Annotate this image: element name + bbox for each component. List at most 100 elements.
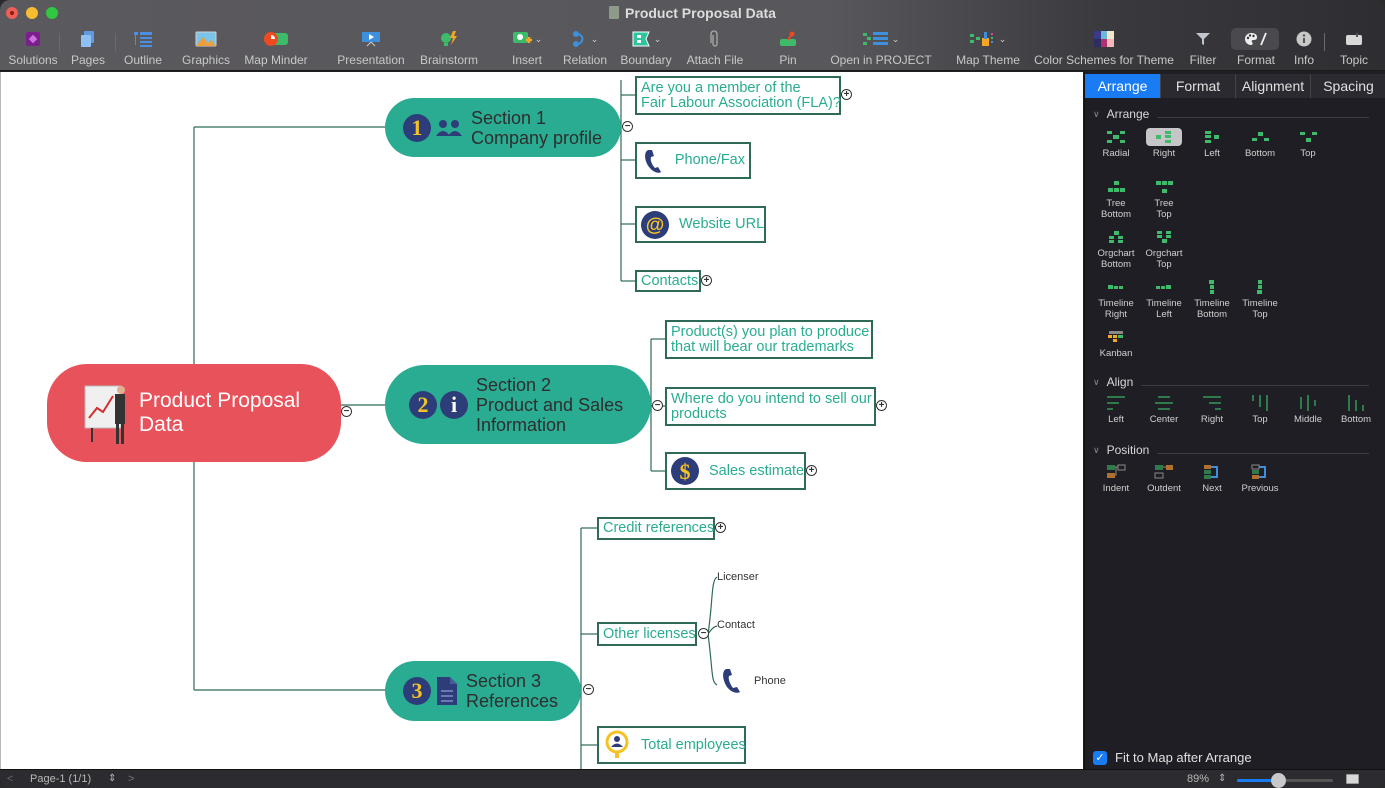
topic-fla-member[interactable]: Are you a member of the Fair Labour Asso… (635, 76, 841, 115)
insert-icon: ⌄ (512, 28, 542, 50)
document-icon (609, 6, 620, 19)
arrange-right[interactable]: Right (1142, 128, 1186, 159)
position-next[interactable]: Next (1190, 463, 1234, 494)
expand-toggle[interactable]: + (841, 89, 852, 100)
arrange-kanban[interactable]: Kanban (1094, 328, 1138, 359)
mindmap-canvas[interactable]: Product Proposal Data − 1 Section 1 Comp… (0, 72, 1083, 769)
section-3-topic[interactable]: 3 Section 3 References (385, 661, 581, 721)
topic-phone-fax[interactable]: Phone/Fax (635, 142, 751, 179)
employee-search-icon (603, 730, 631, 759)
toolbar-format[interactable]: Format (1236, 28, 1276, 68)
toolbar-graphics[interactable]: Graphics (180, 28, 232, 68)
orgchart-top-icon (1146, 228, 1182, 246)
checkmark-icon[interactable]: ✓ (1093, 750, 1107, 765)
arrange-tree-bottom[interactable]: Tree Bottom (1094, 178, 1138, 220)
section-1-topic[interactable]: 1 Section 1 Company profile (385, 98, 621, 157)
toolbar-pin[interactable]: Pin (772, 28, 804, 68)
toolbar-filter[interactable]: Filter (1188, 28, 1218, 68)
zoom-stepper-icon[interactable]: ⇕ (1218, 773, 1226, 784)
root-topic[interactable]: Product Proposal Data (47, 364, 341, 462)
topic-credit-references[interactable]: Credit references (597, 517, 715, 540)
position-outdent[interactable]: Outdent (1142, 463, 1186, 494)
arrange-orgchart-top[interactable]: Orgchart Top (1142, 228, 1186, 270)
collapse-toggle[interactable]: − (341, 406, 352, 417)
tab-alignment[interactable]: Alignment (1236, 74, 1311, 98)
arrange-top[interactable]: Top (1286, 128, 1330, 159)
subtopic-phone[interactable]: Phone (754, 675, 786, 687)
topic-contacts[interactable]: Contacts (635, 270, 701, 292)
arrange-radial[interactable]: Radial (1094, 128, 1138, 159)
fit-to-map-checkbox[interactable]: ✓ Fit to Map after Arrange (1093, 750, 1252, 765)
arrange-left[interactable]: Left (1190, 128, 1234, 159)
status-bar: < Page-1 (1/1) ⇕ > 89% ⇕ (0, 769, 1385, 788)
topic-products-trademarks[interactable]: Product(s) you plan to produce that will… (665, 320, 873, 359)
relation-icon: ⌄ (572, 28, 598, 50)
next-page-button[interactable]: > (128, 773, 134, 785)
arrange-timeline-right[interactable]: Timeline Right (1094, 278, 1138, 320)
toolbar-outline[interactable]: Outline (120, 28, 166, 68)
timeline-left-icon (1146, 278, 1182, 296)
arrange-tree-top[interactable]: Tree Top (1142, 178, 1186, 220)
expand-toggle[interactable]: + (876, 400, 887, 411)
align-top[interactable]: Top (1238, 394, 1282, 425)
subtopic-licenser[interactable]: Licenser (717, 571, 759, 583)
toolbar-boundary[interactable]: ⌄ Boundary (620, 28, 672, 68)
tab-format[interactable]: Format (1161, 74, 1236, 98)
collapse-toggle[interactable]: − (583, 684, 594, 695)
align-bottom[interactable]: Bottom (1334, 394, 1378, 425)
presenter-chart-icon (83, 378, 133, 448)
toolbar-topic[interactable]: Topic (1336, 28, 1372, 68)
align-left[interactable]: Left (1094, 394, 1138, 425)
align-section-header[interactable]: ∨ Align (1093, 375, 1369, 389)
collapse-toggle[interactable]: − (652, 400, 663, 411)
previous-icon (1242, 463, 1278, 481)
topic-other-licenses[interactable]: Other licenses (597, 622, 697, 646)
arrange-timeline-left[interactable]: Timeline Left (1142, 278, 1186, 320)
page-stepper-icon[interactable]: ⇕ (108, 773, 116, 784)
toolbar-attach-file[interactable]: Attach File (686, 28, 744, 68)
toolbar-pages[interactable]: Pages (68, 28, 108, 68)
subtopic-contact[interactable]: Contact (717, 619, 755, 631)
toolbar-open-in-project[interactable]: ⌄ Open in PROJECT (830, 28, 932, 68)
collapse-toggle[interactable]: − (698, 628, 709, 639)
toolbar-relation[interactable]: ⌄ Relation (562, 28, 608, 68)
arrange-timeline-top[interactable]: Timeline Top (1238, 278, 1282, 320)
fit-page-icon[interactable] (1346, 774, 1359, 784)
toolbar-color-schemes[interactable]: Color Schemes for Theme (1034, 28, 1174, 68)
toolbar-solutions[interactable]: Solutions (8, 28, 58, 68)
next-icon (1194, 463, 1230, 481)
orgchart-bottom-icon (1098, 228, 1134, 246)
position-indent[interactable]: Indent (1094, 463, 1138, 494)
tab-spacing[interactable]: Spacing (1311, 74, 1385, 98)
toolbar-map-theme[interactable]: ⌄ Map Theme (956, 28, 1020, 68)
toolbar-info[interactable]: Info (1290, 28, 1318, 68)
align-center[interactable]: Center (1142, 394, 1186, 425)
align-middle[interactable]: Middle (1286, 394, 1330, 425)
topic-website-url[interactable]: @ Website URL (635, 206, 766, 243)
topic-where-sell[interactable]: Where do you intend to sell our products (665, 387, 876, 426)
svg-text:@: @ (646, 215, 665, 236)
tab-arrange[interactable]: Arrange (1085, 74, 1161, 98)
toolbar-brainstorm[interactable]: Brainstorm (418, 28, 480, 68)
topic-sales-estimate[interactable]: $ Sales estimate (665, 452, 806, 490)
zoom-slider[interactable] (1237, 773, 1333, 788)
topic-total-employees[interactable]: Total employees (597, 726, 746, 764)
expand-toggle[interactable]: + (701, 275, 712, 286)
section-2-topic[interactable]: 2 i Section 2 Product and Sales Informat… (385, 365, 651, 444)
expand-toggle[interactable]: + (715, 522, 726, 533)
expand-toggle[interactable]: + (806, 465, 817, 476)
arrange-orgchart-bottom[interactable]: Orgchart Bottom (1094, 228, 1138, 270)
toolbar-map-minder[interactable]: Map Minder (244, 28, 308, 68)
collapse-toggle[interactable]: − (622, 121, 633, 132)
position-previous[interactable]: Previous (1238, 463, 1282, 494)
toolbar-presentation[interactable]: Presentation (336, 28, 406, 68)
arrange-timeline-bottom[interactable]: Timeline Bottom (1190, 278, 1234, 320)
position-section-header[interactable]: ∨ Position (1093, 443, 1369, 457)
arrange-bottom[interactable]: Bottom (1238, 128, 1282, 159)
prev-page-button[interactable]: < (7, 773, 13, 785)
zoom-slider-knob[interactable] (1271, 773, 1287, 788)
arrange-section-header[interactable]: ∨ Arrange (1093, 107, 1369, 121)
toolbar-insert[interactable]: ⌄ Insert (506, 28, 548, 68)
align-right[interactable]: Right (1190, 394, 1234, 425)
align-middle-icon (1290, 394, 1326, 412)
